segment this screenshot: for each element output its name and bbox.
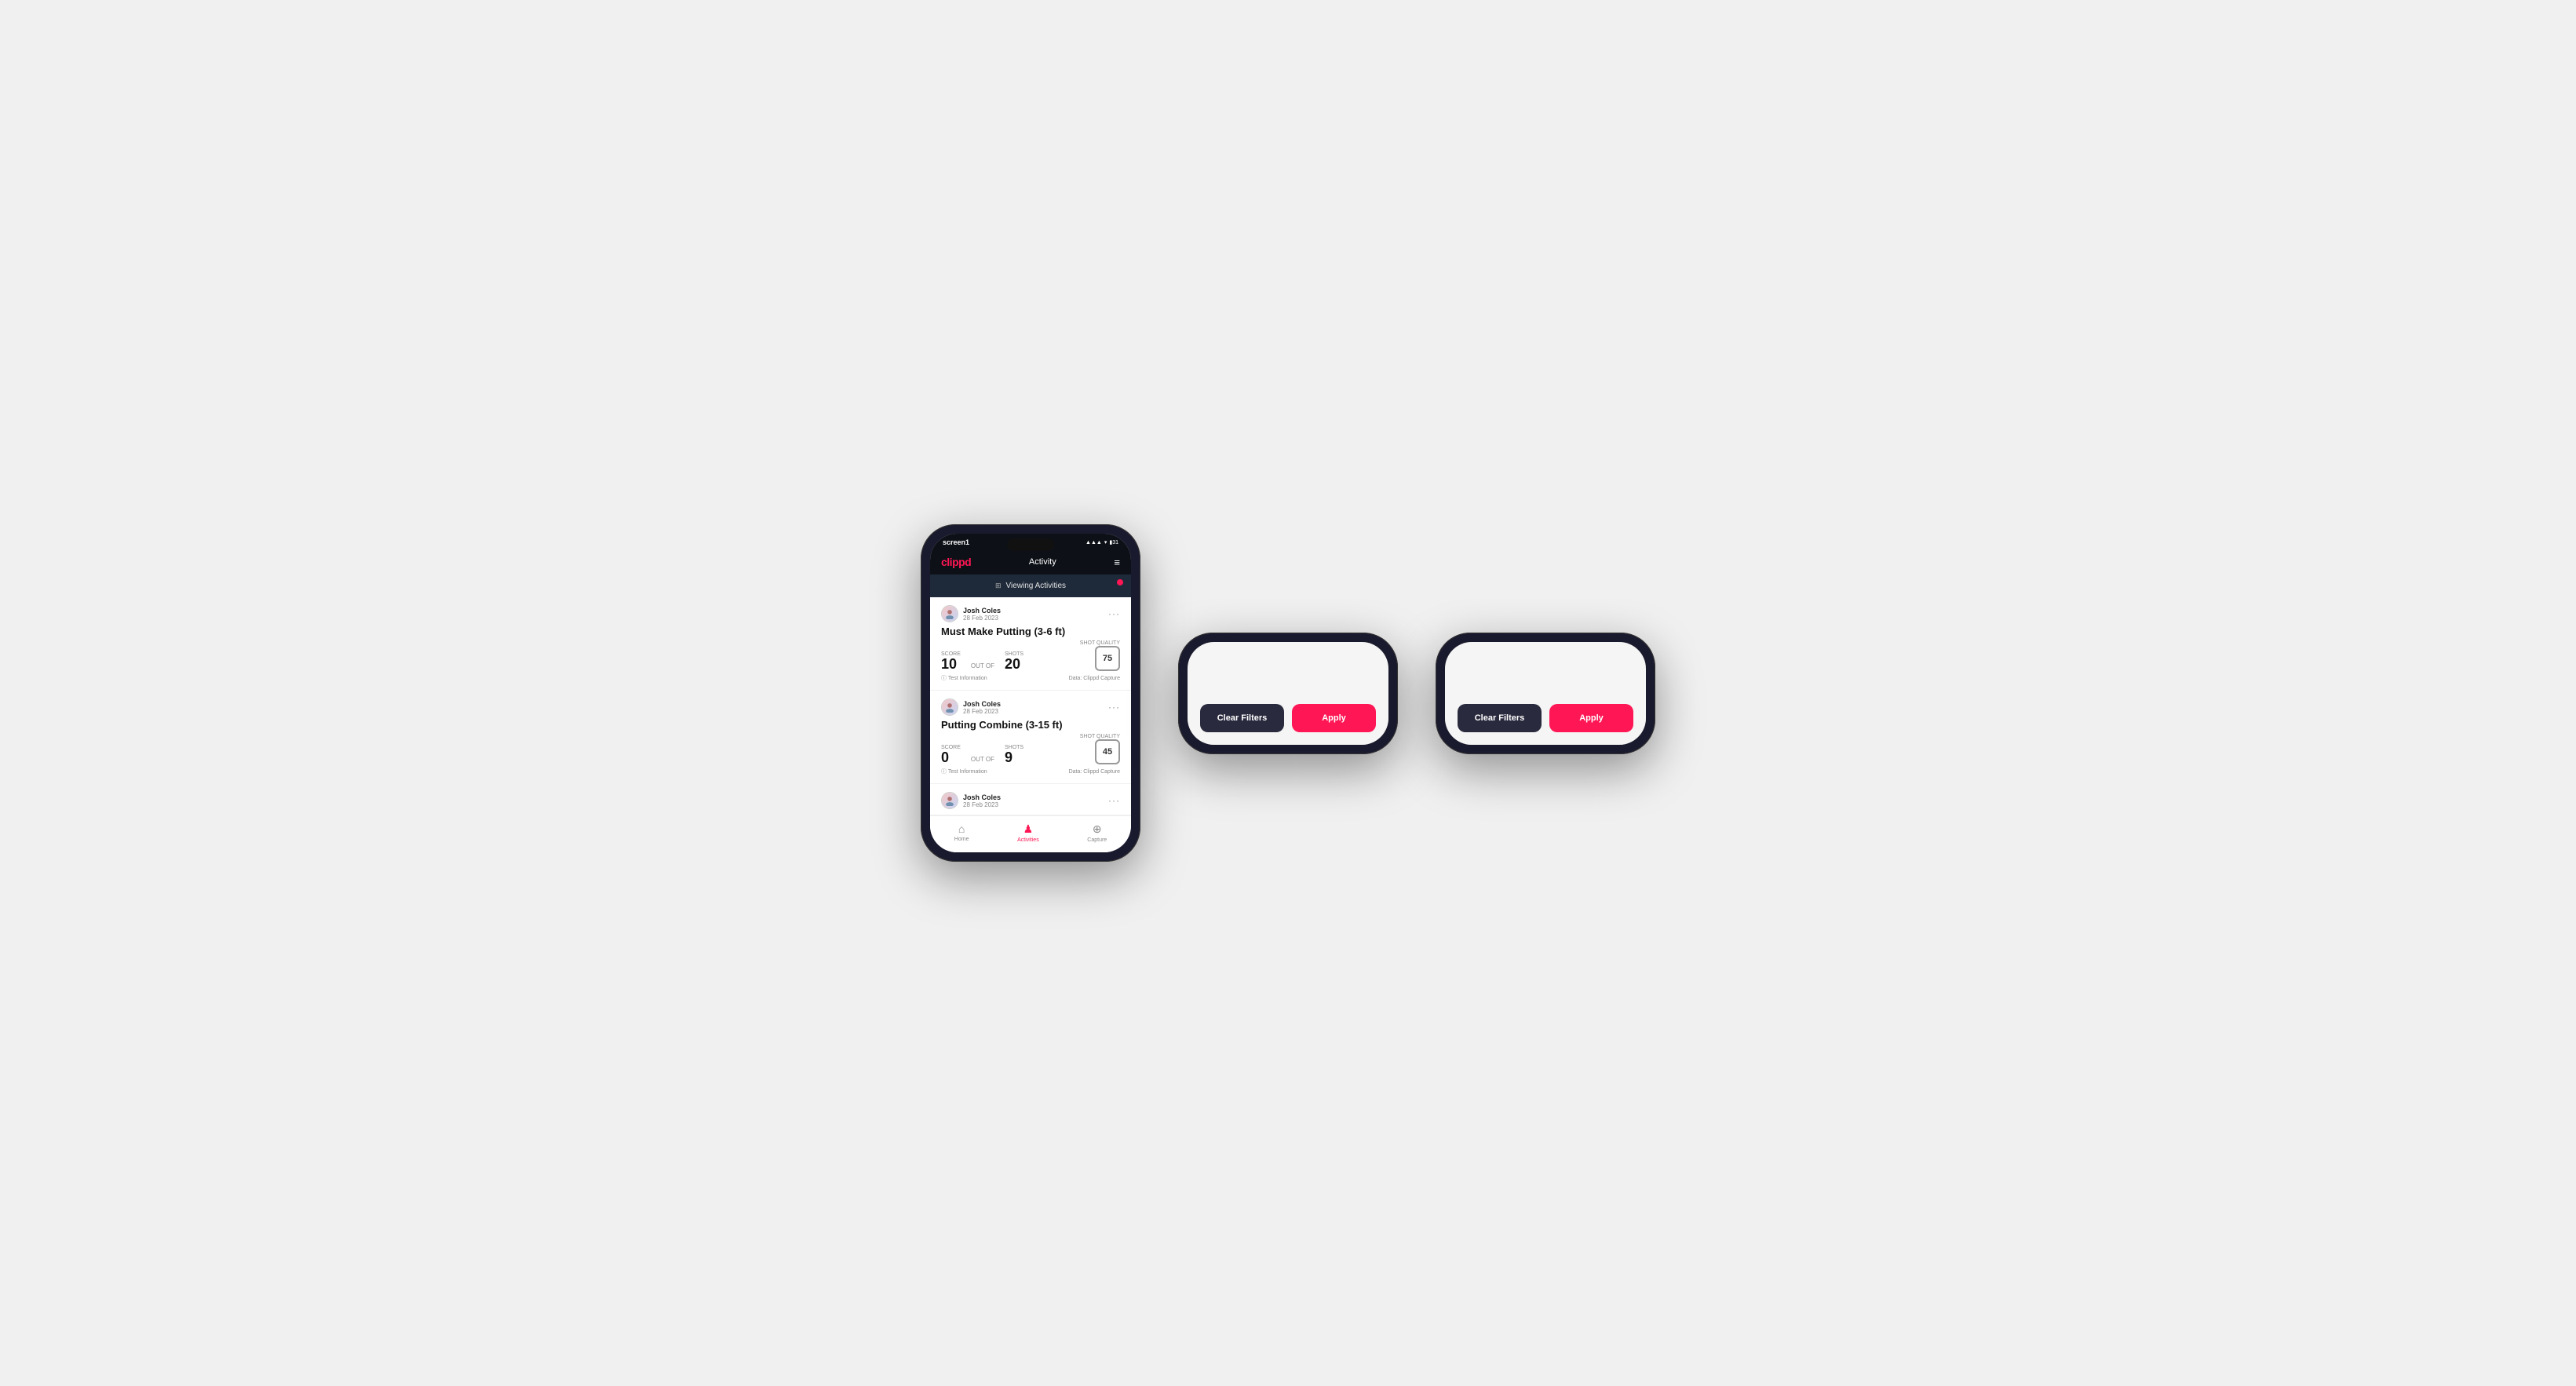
stats-row-1: Score 10 OUT OF Shots 20 Shot Quality 75	[941, 640, 1120, 671]
filter-modal-3: Filter ✕ Show Rounds Practice Drills Pra…	[1445, 642, 1646, 745]
phone-1-screen: screen1 ▲▲▲ ▾ ▮31 clippd Activity ≡ ⊞ Vi…	[930, 534, 1131, 852]
avatar-inner-3	[942, 793, 958, 808]
shots-value-1: 20	[1005, 657, 1023, 671]
user-info-1: Josh Coles 28 Feb 2023	[941, 605, 1001, 622]
shot-quality-badge-2: 45	[1095, 739, 1120, 764]
avatar-3	[941, 792, 958, 809]
data-source-1: Data: Clippd Capture	[1069, 676, 1120, 681]
phone-2-screen: 11:33 ▲▲▲ ▾ ▮31 clippd Activity ≡ ⊞ View…	[1188, 642, 1388, 745]
activity-header-2: Josh Coles 28 Feb 2023 ···	[941, 698, 1120, 716]
scene: screen1 ▲▲▲ ▾ ▮31 clippd Activity ≡ ⊞ Vi…	[889, 477, 1687, 909]
more-options-2[interactable]: ···	[1108, 702, 1120, 713]
activities-icon-1: ♟	[1023, 822, 1034, 836]
user-date-3: 28 Feb 2023	[963, 801, 1001, 808]
score-block-1: Score 10	[941, 651, 961, 671]
hamburger-icon-1[interactable]: ≡	[1114, 556, 1120, 568]
user-text-2: Josh Coles 28 Feb 2023	[963, 700, 1001, 715]
activity-item-3: Josh Coles 28 Feb 2023 ···	[930, 784, 1131, 815]
status-time-1: screen1	[943, 538, 969, 546]
status-bar-1: screen1 ▲▲▲ ▾ ▮31	[930, 534, 1131, 549]
bottom-nav-1: ⌂ Home ♟ Activities ⊕ Capture	[930, 815, 1131, 852]
avatar-1	[941, 605, 958, 622]
score-value-1: 10	[941, 657, 961, 671]
header-title-1: Activity	[1029, 557, 1056, 567]
more-options-3[interactable]: ···	[1108, 795, 1120, 806]
sq-label-2: Shot Quality	[1080, 734, 1120, 739]
wifi-icon: ▾	[1104, 539, 1107, 545]
notch-pill-1	[1007, 538, 1054, 551]
viewing-banner-text-1: Viewing Activities	[1006, 582, 1067, 590]
activity-item-1: Josh Coles 28 Feb 2023 ··· Must Make Put…	[930, 597, 1131, 691]
activities-label-1: Activities	[1017, 837, 1039, 843]
avatar-inner-2	[942, 699, 958, 715]
user-info-3: Josh Coles 28 Feb 2023	[941, 792, 1001, 809]
activity-header-3: Josh Coles 28 Feb 2023 ···	[941, 792, 1120, 809]
modal-spacer-2	[1188, 647, 1388, 695]
apply-btn-3[interactable]: Apply	[1549, 704, 1633, 732]
app-header-1: clippd Activity ≡	[930, 549, 1131, 574]
activity-footer-1: ⓘ Test Information Data: Clippd Capture	[941, 674, 1120, 682]
shots-block-2: Shots 9	[1005, 745, 1023, 764]
user-text-1: Josh Coles 28 Feb 2023	[963, 607, 1001, 622]
user-date-2: 28 Feb 2023	[963, 708, 1001, 715]
user-name-2: Josh Coles	[963, 700, 1001, 708]
sq-label-1: Shot Quality	[1080, 640, 1120, 646]
activity-title-1: Must Make Putting (3-6 ft)	[941, 626, 1120, 637]
red-dot-1	[1117, 579, 1123, 585]
filter-icon-1: ⊞	[995, 582, 1002, 590]
more-options-1[interactable]: ···	[1108, 608, 1120, 619]
phone-1: screen1 ▲▲▲ ▾ ▮31 clippd Activity ≡ ⊞ Vi…	[921, 524, 1140, 862]
viewing-banner-1[interactable]: ⊞ Viewing Activities	[930, 574, 1131, 597]
user-date-1: 28 Feb 2023	[963, 615, 1001, 622]
activity-item-2: Josh Coles 28 Feb 2023 ··· Putting Combi…	[930, 691, 1131, 784]
user-name-1: Josh Coles	[963, 607, 1001, 615]
test-info-2: ⓘ Test Information	[941, 768, 987, 775]
user-name-3: Josh Coles	[963, 793, 1001, 801]
nav-activities-1[interactable]: ♟ Activities	[1017, 822, 1039, 843]
signal-icon: ▲▲▲	[1085, 540, 1102, 545]
user-info-2: Josh Coles 28 Feb 2023	[941, 698, 1001, 716]
shots-value-2: 9	[1005, 750, 1023, 764]
avatar-2	[941, 698, 958, 716]
phone-3-screen: 11:33 ▲▲▲ ▾ ▮31 clippd Activity ≡ ⊞ View…	[1445, 642, 1646, 745]
shot-quality-badge-1: 75	[1095, 646, 1120, 671]
home-label-1: Home	[954, 837, 969, 842]
user-text-3: Josh Coles 28 Feb 2023	[963, 793, 1001, 808]
phone-2: 11:33 ▲▲▲ ▾ ▮31 clippd Activity ≡ ⊞ View…	[1178, 633, 1398, 754]
test-info-1: ⓘ Test Information	[941, 674, 987, 682]
activity-title-2: Putting Combine (3-15 ft)	[941, 719, 1120, 731]
status-icons-1: ▲▲▲ ▾ ▮31	[1085, 539, 1118, 545]
shots-block-1: Shots 20	[1005, 651, 1023, 671]
practice-drills-section-3: Practice Drills OTT APP ARG PUTT	[1445, 642, 1646, 647]
rounds-section-2: Rounds Practice Tournament	[1188, 642, 1388, 647]
logo-1: clippd	[941, 556, 971, 568]
nav-capture-1[interactable]: ⊕ Capture	[1087, 822, 1107, 843]
battery-icon: ▮31	[1109, 539, 1118, 545]
filter-modal-2: Filter ✕ Show Rounds Practice Drills Rou…	[1188, 642, 1388, 745]
phone-3: 11:33 ▲▲▲ ▾ ▮31 clippd Activity ≡ ⊞ View…	[1436, 633, 1655, 754]
stats-row-2: Score 0 OUT OF Shots 9 Shot Quality 45	[941, 734, 1120, 764]
activity-footer-2: ⓘ Test Information Data: Clippd Capture	[941, 768, 1120, 775]
data-source-2: Data: Clippd Capture	[1069, 769, 1120, 775]
score-value-2: 0	[941, 750, 961, 764]
out-of-1: OUT OF	[971, 662, 994, 671]
nav-home-1[interactable]: ⌂ Home	[954, 822, 969, 843]
apply-btn-2[interactable]: Apply	[1292, 704, 1376, 732]
capture-label-1: Capture	[1087, 837, 1107, 843]
modal-footer-2: Clear Filters Apply	[1188, 695, 1388, 732]
modal-spacer-3	[1445, 647, 1646, 695]
clear-filters-btn-3[interactable]: Clear Filters	[1458, 704, 1542, 732]
avatar-inner-1	[942, 606, 958, 622]
score-block-2: Score 0	[941, 745, 961, 764]
home-icon-1: ⌂	[958, 822, 965, 835]
modal-footer-3: Clear Filters Apply	[1445, 695, 1646, 732]
activity-list-1: Josh Coles 28 Feb 2023 ··· Must Make Put…	[930, 597, 1131, 815]
capture-icon-1: ⊕	[1093, 822, 1102, 836]
activity-header-1: Josh Coles 28 Feb 2023 ···	[941, 605, 1120, 622]
clear-filters-btn-2[interactable]: Clear Filters	[1200, 704, 1284, 732]
out-of-2: OUT OF	[971, 756, 994, 764]
